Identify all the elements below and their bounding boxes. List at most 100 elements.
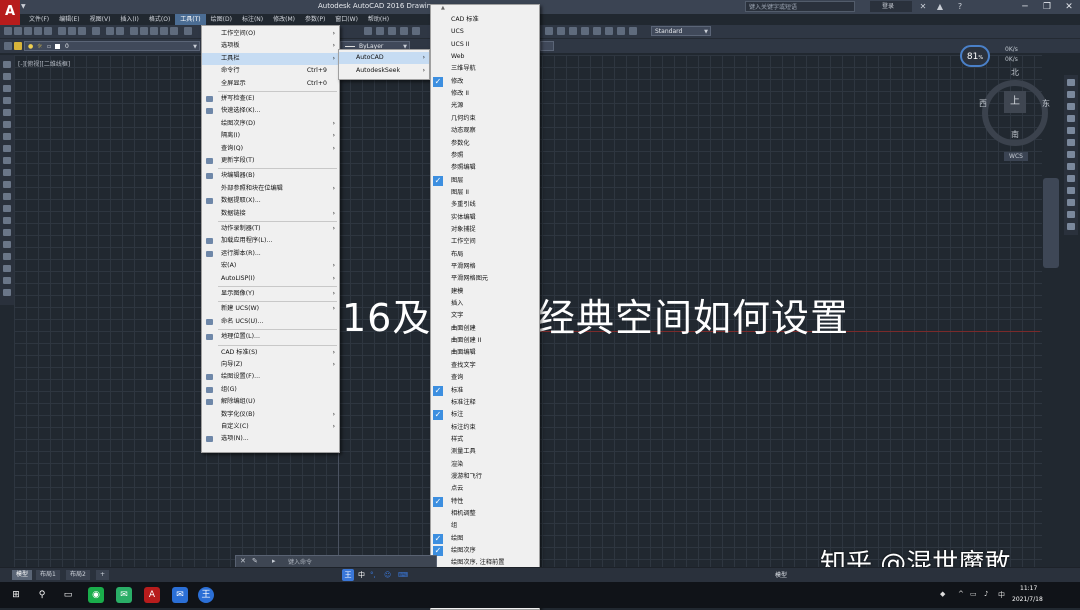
- ime-keyboard[interactable]: ⌨: [398, 569, 408, 581]
- toolbar-toggle-item[interactable]: 建模: [431, 286, 539, 298]
- tools-menu-item[interactable]: 工具栏 ›: [202, 52, 339, 65]
- toolbar-toggle-item[interactable]: 查询: [431, 372, 539, 384]
- tools-menu-item[interactable]: 向导(Z) ›: [202, 359, 339, 371]
- insert-block-icon[interactable]: [3, 193, 11, 200]
- compass-north[interactable]: 北: [1011, 67, 1019, 78]
- toolbar-toggle-item[interactable]: Web: [431, 51, 539, 63]
- ime-logo-icon[interactable]: 王: [342, 569, 354, 581]
- toolbar-toggle-item[interactable]: 测量工具: [431, 446, 539, 458]
- tools-menu-item[interactable]: 选项(N)...: [202, 433, 339, 445]
- toolbar-toggle-item[interactable]: 相机调整: [431, 508, 539, 520]
- model-space-toggle[interactable]: 模型: [775, 570, 787, 579]
- undo-arrow-icon[interactable]: [184, 27, 192, 35]
- dimension-aligned-icon[interactable]: [376, 27, 384, 35]
- region-icon[interactable]: [3, 253, 11, 260]
- menu-edit[interactable]: 编辑(E): [54, 14, 84, 25]
- exchange-icon[interactable]: ✕: [918, 2, 928, 12]
- toolbar-toggle-item[interactable]: 曲面创建: [431, 323, 539, 335]
- revision-cloud-icon[interactable]: [3, 145, 11, 152]
- toolbar-toggle-item[interactable]: 插入: [431, 298, 539, 310]
- toolbar-toggle-item[interactable]: 光源: [431, 100, 539, 112]
- design-center-icon[interactable]: [170, 27, 178, 35]
- search-icon[interactable]: ⚲: [34, 587, 50, 603]
- menu-help[interactable]: 帮助(H): [363, 14, 394, 25]
- trim-icon[interactable]: [1067, 187, 1075, 194]
- toolbar-toggle-item[interactable]: 漫游和飞行: [431, 471, 539, 483]
- cut-icon[interactable]: [58, 27, 66, 35]
- hatch-icon[interactable]: [3, 229, 11, 236]
- dimension-update-icon[interactable]: [605, 27, 613, 35]
- menu-draw[interactable]: 绘图(D): [206, 14, 237, 25]
- erase-icon[interactable]: [1067, 79, 1075, 86]
- toolbar-toggle-item[interactable]: 修改 II: [431, 88, 539, 100]
- undo-icon[interactable]: [106, 27, 114, 35]
- toolbar-toggle-item[interactable]: 组: [431, 520, 539, 532]
- tools-menu-item[interactable]: 外部参照和块在位编辑 ›: [202, 183, 339, 195]
- ime-indicator[interactable]: 中: [998, 590, 1005, 600]
- application-menu-button[interactable]: A: [0, 0, 20, 26]
- windows-start-icon[interactable]: ⊞: [8, 587, 24, 603]
- toolbar-toggle-item[interactable]: 标注约束: [431, 422, 539, 434]
- menu-modify[interactable]: 修改(M): [268, 14, 300, 25]
- rectangle-icon[interactable]: [3, 109, 11, 116]
- make-block-icon[interactable]: [3, 205, 11, 212]
- offset-icon[interactable]: [1067, 115, 1075, 122]
- rotate-icon[interactable]: [1067, 151, 1075, 158]
- wrench-icon[interactable]: ✎: [252, 557, 258, 565]
- tools-menu-item[interactable]: 工作空间(O) ›: [202, 28, 339, 40]
- toolbar-toggle-item[interactable]: 渲染: [431, 459, 539, 471]
- array-icon[interactable]: [1067, 127, 1075, 134]
- text-style-icon[interactable]: [629, 27, 637, 35]
- stay-connected-icon[interactable]: ▲: [935, 2, 945, 12]
- polyline-icon[interactable]: [3, 85, 11, 92]
- toolbar-toggle-item[interactable]: ✓ 标注: [431, 409, 539, 421]
- toolbar-toggle-item[interactable]: 参照编辑: [431, 162, 539, 174]
- ime-mode[interactable]: 中: [358, 569, 365, 581]
- clock-date[interactable]: 2021/7/18: [1012, 596, 1043, 603]
- paste-icon[interactable]: [78, 27, 86, 35]
- properties-icon[interactable]: [160, 27, 168, 35]
- ime-emoji[interactable]: ☺: [384, 569, 391, 581]
- viewcube-top-face[interactable]: 上: [1004, 91, 1026, 113]
- ellipse-arc-icon[interactable]: [3, 181, 11, 188]
- toolbar-toggle-item[interactable]: ✓ 绘图次序: [431, 545, 539, 557]
- menu-dimension[interactable]: 标注(N): [237, 14, 268, 25]
- break-icon[interactable]: [1067, 211, 1075, 218]
- layer-state-icon[interactable]: [14, 42, 22, 50]
- tools-menu-item[interactable]: CAD 标准(S) ›: [202, 347, 339, 359]
- point-icon[interactable]: [3, 217, 11, 224]
- tools-menu-item[interactable]: 隔离(I) ›: [202, 130, 339, 142]
- spline-icon[interactable]: [3, 157, 11, 164]
- navigation-bar[interactable]: [1043, 178, 1059, 268]
- search-input[interactable]: 键入关键字或短语: [745, 1, 855, 12]
- toolbar-toggle-item[interactable]: 曲面编辑: [431, 347, 539, 359]
- tab-layout2[interactable]: 布局2: [66, 570, 90, 580]
- help-icon[interactable]: ?: [955, 2, 965, 12]
- tab-layout1[interactable]: 布局1: [36, 570, 60, 580]
- sign-in-button[interactable]: 登录: [870, 1, 912, 12]
- dimension-tolerance-icon[interactable]: [545, 27, 553, 35]
- layer-dropdown[interactable]: ● ☼ ▫ 0 ▼: [24, 41, 200, 51]
- save-icon[interactable]: [24, 27, 32, 35]
- new-icon[interactable]: [4, 27, 12, 35]
- menu-tools[interactable]: 工具(T): [175, 14, 206, 25]
- mirror-icon[interactable]: [1067, 103, 1075, 110]
- table-icon[interactable]: [3, 265, 11, 272]
- menu-parametric[interactable]: 参数(P): [300, 14, 330, 25]
- toolbar-toggle-item[interactable]: 多重引线: [431, 199, 539, 211]
- app-icon-green[interactable]: ◉: [88, 587, 104, 603]
- pan-icon[interactable]: [130, 27, 138, 35]
- toolbar-toggle-item[interactable]: 曲面创建 II: [431, 335, 539, 347]
- toolbar-toggle-item[interactable]: 动态观察: [431, 125, 539, 137]
- tools-menu-item[interactable]: 数据提取(X)...: [202, 195, 339, 207]
- scale-icon[interactable]: [1067, 163, 1075, 170]
- tools-menu-item[interactable]: 命名 UCS(U)...: [202, 316, 339, 328]
- tools-menu-item[interactable]: 数据链接 ›: [202, 208, 339, 220]
- arc-icon[interactable]: [3, 121, 11, 128]
- menu-format[interactable]: 格式(O): [144, 14, 175, 25]
- command-input[interactable]: 键入命令: [288, 557, 312, 566]
- menu-file[interactable]: 文件(F): [24, 14, 54, 25]
- lineweight-dropdown[interactable]: [540, 41, 554, 51]
- compass-west[interactable]: 西: [979, 98, 987, 109]
- tools-menu-item[interactable]: 全屏显示 Ctrl+0: [202, 78, 339, 90]
